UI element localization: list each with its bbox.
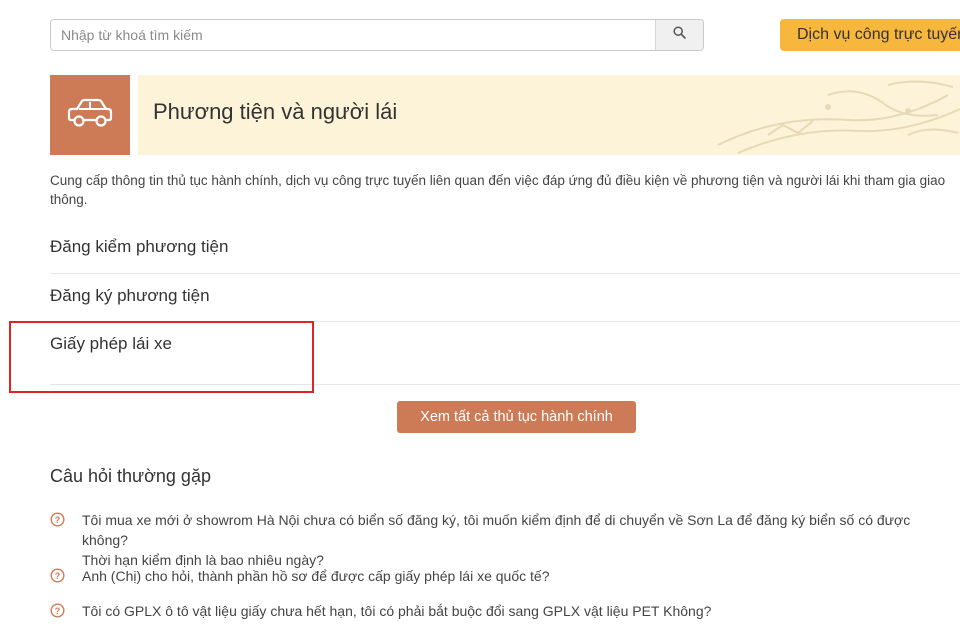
faq-item[interactable]: ? Anh (Chị) cho hỏi, thành phần hồ sơ để… [50,566,960,586]
svg-text:?: ? [55,606,61,616]
faq-question-text: Tôi mua xe mới ở showrom Hà Nội chưa có … [82,512,911,568]
category-item-dang-ky[interactable]: Đăng ký phương tiện [50,286,960,306]
car-icon [65,96,115,135]
faq-item[interactable]: ? Tôi mua xe mới ở showrom Hà Nội chưa c… [50,510,960,570]
search-button[interactable] [655,20,703,50]
view-all-procedures-button[interactable]: Xem tất cả thủ tục hành chính [397,401,636,433]
faq-heading: Câu hỏi thường gặp [50,466,211,486]
search-icon [673,26,686,44]
question-circle-icon: ? [50,568,65,583]
faq-item[interactable]: ? Tôi có GPLX ô tô vật liệu giấy chưa hế… [50,601,960,621]
hero-icon-box [50,75,130,155]
question-circle-icon: ? [50,512,65,527]
faq-question-text: Tôi có GPLX ô tô vật liệu giấy chưa hết … [82,603,712,619]
search-input[interactable] [51,20,655,50]
svg-text:?: ? [55,515,61,525]
faq-question-text: Anh (Chị) cho hỏi, thành phần hồ sơ để đ… [82,568,550,584]
intro-text: Cung cấp thông tin thủ tục hành chính, d… [50,173,946,207]
question-circle-icon: ? [50,603,65,618]
page-title: Phương tiện và người lái [153,99,398,124]
search-bar [50,19,704,51]
online-service-button[interactable]: Dịch vụ công trực tuyến [780,19,960,51]
svg-text:?: ? [55,571,61,581]
divider [50,273,960,274]
decorative-bird-pattern [717,80,960,154]
hero-banner: Phương tiện và người lái [138,75,960,155]
highlight-annotation-box [9,321,314,393]
category-item-dang-kiem[interactable]: Đăng kiểm phương tiện [50,237,960,257]
